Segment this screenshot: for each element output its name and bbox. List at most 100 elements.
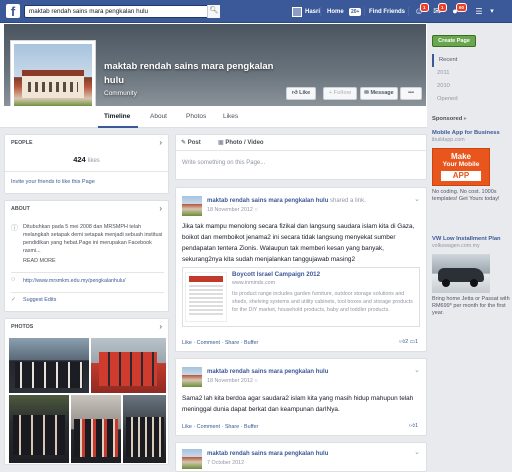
tab-photos[interactable]: Photos <box>186 113 206 120</box>
post-author[interactable]: maktab rendah sains mara pengkalan hulu … <box>207 198 366 204</box>
ad-image-line: Your Mobile <box>442 161 480 168</box>
tab-timeline[interactable]: Timeline <box>104 113 130 120</box>
composer-tabs <box>176 135 426 151</box>
post-author[interactable]: maktab rendah sains mara pengkalan hulu <box>207 369 328 375</box>
search-icon[interactable]: 🔍︎ <box>207 5 220 18</box>
link-thumbnail <box>185 272 227 322</box>
year-opened[interactable]: Opened <box>432 93 482 106</box>
post-body: Sama2 lah kita berdoa agar saudara2 isla… <box>182 395 414 413</box>
ad-choices-icon[interactable]: ▸ <box>464 116 467 122</box>
read-more-link[interactable]: READ MORE <box>23 258 56 264</box>
ad-title: VW Low Installment Plan <box>432 236 501 242</box>
more-options-button[interactable]: ••• <box>400 87 422 100</box>
search-input-value: maktab rendah sains mara pengkalan hulu <box>29 8 149 15</box>
about-title: ABOUT <box>11 206 30 212</box>
timeline-post: maktab rendah sains mara pengkalan hulu … <box>175 358 427 436</box>
message-icon: ✉ <box>364 90 369 96</box>
link-domain: www.inminds.com <box>232 280 276 286</box>
ad-title: Mobile App for Business <box>432 130 500 136</box>
tab-about[interactable]: About <box>150 113 167 120</box>
photos-box: PHOTOS › <box>4 318 169 465</box>
message-button[interactable]: ✉ Message <box>360 87 398 100</box>
ad-text: Bring home Jetta or Passat with RM699* p… <box>432 296 510 316</box>
follow-label: Follow <box>333 90 352 96</box>
home-link[interactable]: Home <box>327 9 344 15</box>
privacy-shortcuts-icon[interactable]: ☰ <box>473 6 485 17</box>
globe-icon: ○ <box>254 207 258 213</box>
photo-thumbnail[interactable] <box>9 338 89 393</box>
ad-image-line: Make <box>450 152 471 161</box>
about-box: ABOUT › ⓘ Ditubuhkan pada 5 mei 2008 dan… <box>4 200 169 312</box>
post-date[interactable]: 18 November 2012 ○ <box>207 378 258 384</box>
globe-icon: ○ <box>11 276 16 283</box>
chevron-down-icon[interactable]: ⌄ <box>414 448 420 456</box>
settings-chevron-down-icon[interactable]: ▾ <box>486 6 498 17</box>
tab-likes[interactable]: Likes <box>223 113 238 120</box>
message-label: Message <box>370 90 394 96</box>
avatar <box>292 7 302 17</box>
sponsored-ad-2[interactable]: VW Low Installment Plan volkswagen.com.m… <box>432 236 510 317</box>
ad-url: ibuildapp.com <box>432 137 465 143</box>
photo-thumbnail[interactable] <box>123 395 166 463</box>
top-navigation-bar: f maktab rendah sains mara pengkalan hul… <box>0 0 512 23</box>
invite-friends-link[interactable]: Invite your friends to like this Page <box>11 179 95 185</box>
info-icon: ⓘ <box>11 225 18 232</box>
likes-count: 424 likes <box>73 155 100 164</box>
globe-icon: ○ <box>254 378 258 384</box>
link-preview[interactable]: Boycott Israel Campaign 2012 www.inminds… <box>182 267 420 327</box>
photo-thumbnail[interactable] <box>71 395 121 463</box>
avatar[interactable] <box>182 196 202 216</box>
composer-post-tab[interactable]: ✎ Post <box>181 139 201 146</box>
timeline-year-nav: Recent 2011 2010 Opened <box>432 54 482 106</box>
chevron-right-icon[interactable]: › <box>159 138 162 147</box>
find-friends-link[interactable]: Find Friends <box>369 9 405 15</box>
search-input[interactable]: maktab rendah sains mara pengkalan hulu <box>24 5 220 18</box>
post-counts[interactable]: 👍︎1 <box>409 423 418 429</box>
camera-icon: ▣ <box>218 140 224 146</box>
website-link[interactable]: http://www.mrsmkm.edu.my/pengkalanhulu/ <box>23 278 125 284</box>
year-2011[interactable]: 2011 <box>432 67 482 80</box>
post-actions[interactable]: Like · Comment · Share · Buffer <box>182 424 258 430</box>
year-2010[interactable]: 2010 <box>432 80 482 93</box>
notifications-badge: 60 <box>456 3 468 12</box>
divider <box>11 292 164 293</box>
messages-badge: 1 <box>438 3 447 12</box>
avatar[interactable] <box>182 367 202 387</box>
post-actions[interactable]: Like · Comment · Share · Buffer <box>182 340 258 346</box>
ad-image-line: APP <box>441 171 481 181</box>
ad-text: No coding. No cost. 1000s templates! Get… <box>432 189 500 202</box>
composer-photo-tab[interactable]: ▣ Photo / Video <box>218 139 264 146</box>
sponsored-ad-1[interactable]: Mobile App for Business ibuildapp.com Ma… <box>432 130 508 203</box>
chevron-down-icon[interactable]: ⌄ <box>414 366 420 374</box>
divider <box>11 272 164 273</box>
chevron-right-icon[interactable]: › <box>159 322 162 331</box>
thumbs-up-icon: 👍︎ <box>291 90 298 96</box>
ad-image: Make Your Mobile APP <box>432 148 490 186</box>
home-count-badge: 20+ <box>349 8 362 16</box>
photo-thumbnail[interactable] <box>9 395 69 463</box>
facebook-logo-icon[interactable]: f <box>6 4 20 19</box>
divider <box>408 7 409 16</box>
like-page-button[interactable]: 👍︎ Like <box>286 87 316 100</box>
people-box: PEOPLE › 424 likes Invite your friends t… <box>4 134 169 194</box>
sponsored-heading: Sponsored ▸ <box>432 116 467 122</box>
post-counts[interactable]: 👍︎2 ▭1 <box>399 339 418 345</box>
friend-requests-badge: 1 <box>420 3 429 12</box>
profile-link[interactable]: Hasri <box>292 6 320 18</box>
follow-button[interactable]: + Follow <box>323 87 357 100</box>
car-image <box>432 254 490 293</box>
photo-thumbnail[interactable] <box>91 338 166 393</box>
create-page-button[interactable]: Create Page <box>432 35 476 47</box>
composer-input[interactable]: Write something on this Page... <box>182 160 265 166</box>
chevron-right-icon[interactable]: › <box>159 204 162 213</box>
chevron-down-icon[interactable]: ⌄ <box>414 195 420 203</box>
avatar[interactable] <box>182 449 202 469</box>
suggest-edits-link[interactable]: Suggest Edits <box>23 297 56 303</box>
year-recent[interactable]: Recent <box>432 54 482 67</box>
post-date[interactable]: 18 November 2012 ○ <box>207 207 258 213</box>
post-date[interactable]: 7 October 2012 <box>207 460 244 466</box>
post-author[interactable]: maktab rendah sains mara pengkalan hulu <box>207 451 328 457</box>
timeline-post: maktab rendah sains mara pengkalan hulu … <box>175 187 427 352</box>
page-category[interactable]: Community <box>104 90 137 97</box>
page-title: maktab rendah sains mara pengkalan hulu <box>104 61 274 86</box>
